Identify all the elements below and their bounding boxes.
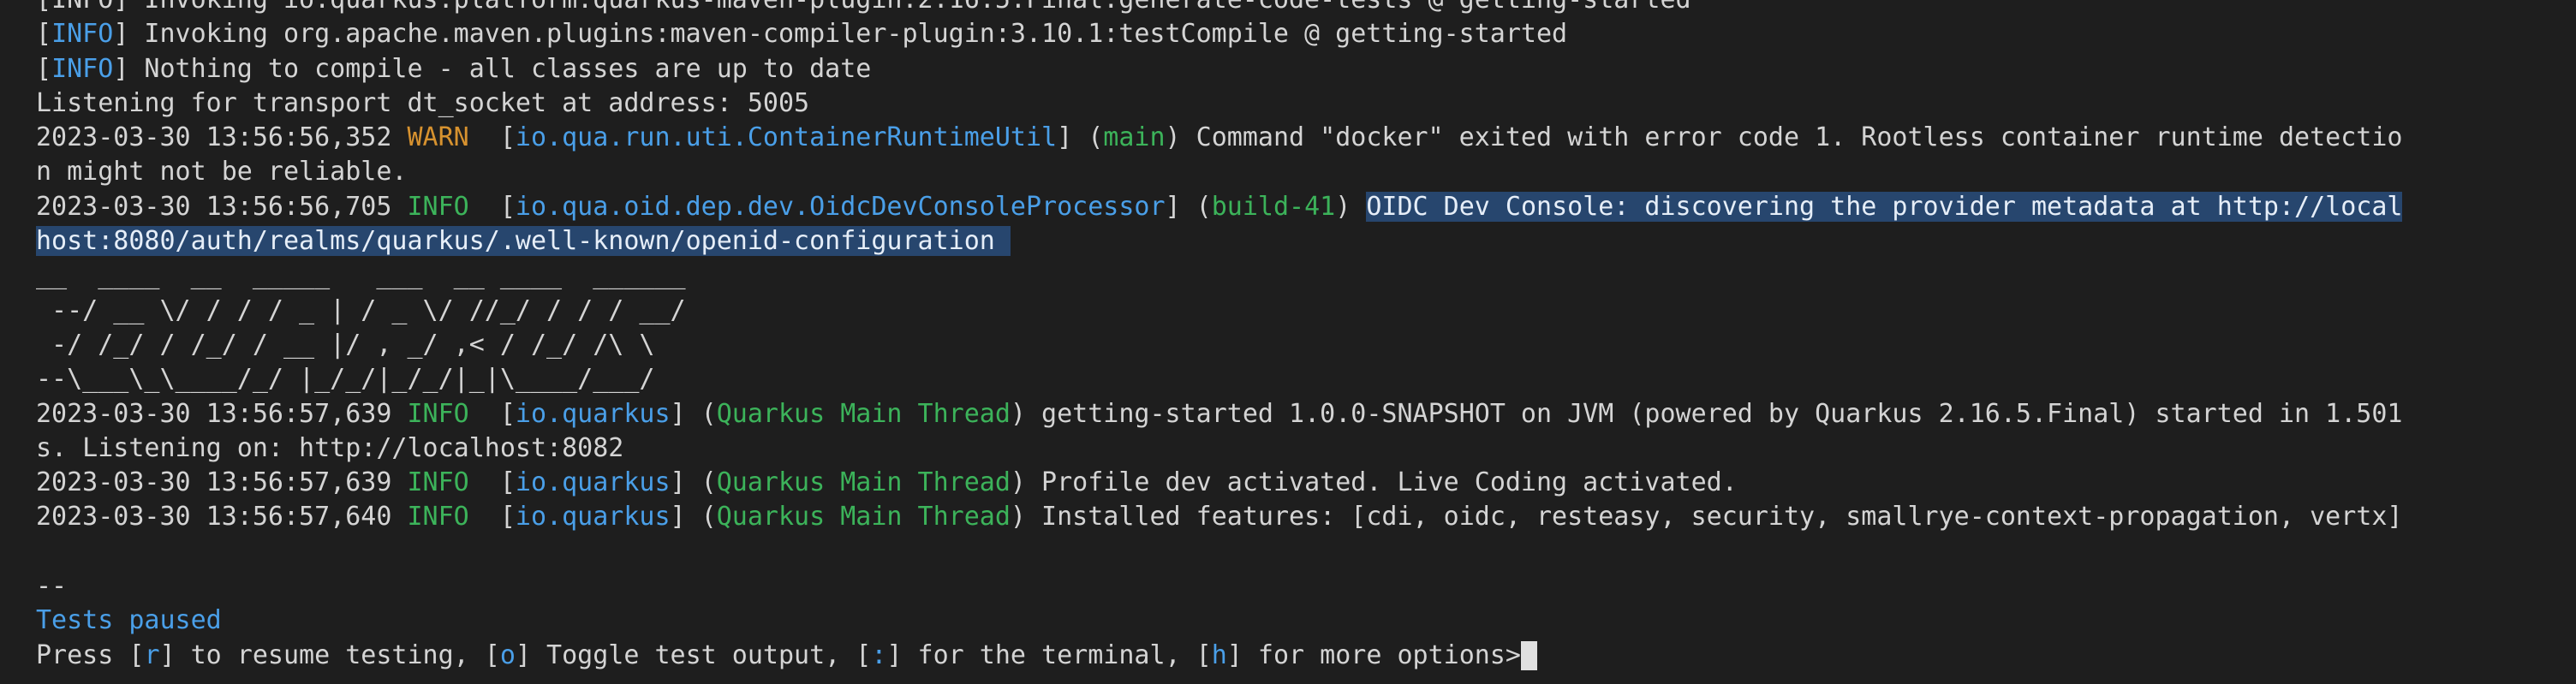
terminal-text: [INFO] Invoking io.quarkus.platform:quar… bbox=[36, 0, 1691, 15]
terminal-text: ] for the terminal, [ bbox=[886, 639, 1212, 670]
terminal-text: INFO bbox=[51, 19, 114, 50]
terminal-text: Listening for transport dt_socket at add… bbox=[36, 87, 810, 118]
terminal-text: INFO bbox=[51, 53, 114, 84]
terminal-line: -/ /_/ / /_/ / __ |/ , _/ ,< / /_/ /\ \ bbox=[36, 328, 2576, 362]
terminal-text: ) Profile dev activated. Live Coding act… bbox=[1010, 467, 1738, 498]
selected-text: OIDC Dev Console: discovering the provid… bbox=[1366, 191, 2403, 222]
terminal-text: Press [ bbox=[36, 639, 145, 670]
terminal-line: n might not be reliable. bbox=[36, 155, 2576, 189]
terminal-text: [ bbox=[484, 122, 516, 153]
selected-text: host:8080/auth/realms/quarkus/.well-know… bbox=[36, 226, 1011, 257]
terminal-text: 2023-03-30 13:56:57,639 bbox=[36, 398, 408, 429]
terminal-text: io.qua.oid.dep.dev.OidcDevConsoleProcess… bbox=[515, 191, 1166, 222]
terminal-text: -- bbox=[36, 571, 68, 602]
terminal-text: 2023-03-30 13:56:57,640 bbox=[36, 502, 408, 532]
terminal-text: ] for more options> bbox=[1226, 639, 1521, 670]
terminal-text: [ bbox=[484, 467, 516, 498]
terminal-text: ) getting-started 1.0.0-SNAPSHOT on JVM … bbox=[1010, 398, 2403, 429]
terminal-text: h bbox=[1211, 639, 1227, 670]
terminal-text: ) Installed features: [cdi, oidc, restea… bbox=[1010, 502, 2403, 532]
terminal-text: r bbox=[144, 639, 160, 670]
terminal-text: [ bbox=[36, 19, 52, 50]
text-cursor bbox=[1520, 641, 1537, 671]
terminal-text: ] ( bbox=[1165, 191, 1212, 222]
terminal-line: -- bbox=[36, 569, 2576, 604]
terminal-text: ] ( bbox=[1057, 122, 1104, 153]
terminal-text: INFO bbox=[407, 467, 485, 498]
terminal-text: [ bbox=[484, 502, 516, 532]
terminal-line: Tests paused bbox=[36, 604, 2576, 638]
terminal-text: ] to resume testing, [ bbox=[159, 639, 500, 670]
terminal-line: 2023-03-30 13:56:57,639 INFO [io.quarkus… bbox=[36, 397, 2576, 431]
terminal-text: 2023-03-30 13:56:56,352 bbox=[36, 122, 408, 153]
terminal-text: io.quarkus bbox=[515, 502, 671, 532]
terminal-text: ] ( bbox=[670, 467, 717, 498]
terminal-text: ] ( bbox=[670, 398, 717, 429]
terminal-line: host:8080/auth/realms/quarkus/.well-know… bbox=[36, 224, 2576, 259]
terminal-text: n might not be reliable. bbox=[36, 157, 408, 187]
terminal-text: Quarkus Main Thread bbox=[716, 398, 1011, 429]
terminal-text: -/ /_/ / /_/ / __ |/ , _/ ,< / /_/ /\ \ bbox=[36, 329, 701, 360]
terminal-line: [INFO] Invoking org.apache.maven.plugins… bbox=[36, 17, 2576, 51]
terminal-text: ] ( bbox=[670, 502, 717, 532]
terminal-text: Quarkus Main Thread bbox=[716, 467, 1011, 498]
terminal-line: Press [r] to resume testing, [o] Toggle … bbox=[36, 639, 2576, 673]
terminal-text: --/ __ \/ / / / _ | / _ \/ //_/ / / / __… bbox=[36, 294, 701, 325]
terminal-text: build-41 bbox=[1211, 191, 1336, 222]
terminal-line: 2023-03-30 13:56:56,352 WARN [io.qua.run… bbox=[36, 121, 2576, 155]
terminal-text: io.quarkus bbox=[515, 398, 671, 429]
terminal-line: 2023-03-30 13:56:57,640 INFO [io.quarkus… bbox=[36, 500, 2576, 534]
terminal-text: INFO bbox=[407, 502, 485, 532]
terminal-line: [INFO] Invoking io.quarkus.platform:quar… bbox=[36, 0, 2576, 17]
terminal-output: [INFO] Invoking io.quarkus.platform:quar… bbox=[36, 0, 2576, 673]
terminal-text: Tests paused bbox=[36, 605, 222, 636]
terminal-text: io.quarkus bbox=[515, 467, 671, 498]
terminal-text: [ bbox=[484, 191, 516, 222]
terminal-text: 2023-03-30 13:56:56,705 bbox=[36, 191, 408, 222]
terminal-text: ] Invoking org.apache.maven.plugins:mave… bbox=[113, 19, 1568, 50]
terminal-text: io.qua.run.uti.ContainerRuntimeUtil bbox=[515, 122, 1058, 153]
terminal-line: --/ __ \/ / / / _ | / _ \/ //_/ / / / __… bbox=[36, 294, 2576, 328]
terminal-line: [INFO] Nothing to compile - all classes … bbox=[36, 52, 2576, 86]
terminal-text: INFO bbox=[407, 398, 485, 429]
terminal-text: WARN bbox=[407, 122, 485, 153]
terminal-text: ) Command "docker" exited with error cod… bbox=[1165, 122, 2403, 153]
terminal-text: ) bbox=[1335, 191, 1367, 222]
terminal-text: 2023-03-30 13:56:57,639 bbox=[36, 467, 408, 498]
terminal-text: [ bbox=[36, 53, 52, 84]
terminal-line: --\___\_\____/_/ |_/_/|_/_/|_|\____/___/ bbox=[36, 362, 2576, 396]
terminal-line: 2023-03-30 13:56:56,705 INFO [io.qua.oid… bbox=[36, 190, 2576, 224]
terminal-text: Quarkus Main Thread bbox=[716, 502, 1011, 532]
terminal-text: __ ____ __ _____ ___ __ ____ ______ bbox=[36, 260, 701, 291]
terminal-window[interactable]: [INFO] Invoking io.quarkus.platform:quar… bbox=[0, 0, 2576, 684]
terminal-line: s. Listening on: http://localhost:8082 bbox=[36, 431, 2576, 466]
terminal-line: Listening for transport dt_socket at add… bbox=[36, 86, 2576, 121]
terminal-line: 2023-03-30 13:56:57,639 INFO [io.quarkus… bbox=[36, 466, 2576, 500]
terminal-text: INFO bbox=[407, 191, 485, 222]
terminal-text: s. Listening on: http://localhost:8082 bbox=[36, 432, 624, 463]
terminal-line: __ ____ __ _____ ___ __ ____ ______ bbox=[36, 259, 2576, 293]
terminal-text: ] Toggle test output, [ bbox=[515, 639, 872, 670]
terminal-text: ] Nothing to compile - all classes are u… bbox=[113, 53, 872, 84]
terminal-text: --\___\_\____/_/ |_/_/|_/_/|_|\____/___/ bbox=[36, 364, 701, 395]
terminal-text: o bbox=[499, 639, 516, 670]
terminal-text: [ bbox=[484, 398, 516, 429]
terminal-text: : bbox=[871, 639, 887, 670]
terminal-text: main bbox=[1103, 122, 1166, 153]
